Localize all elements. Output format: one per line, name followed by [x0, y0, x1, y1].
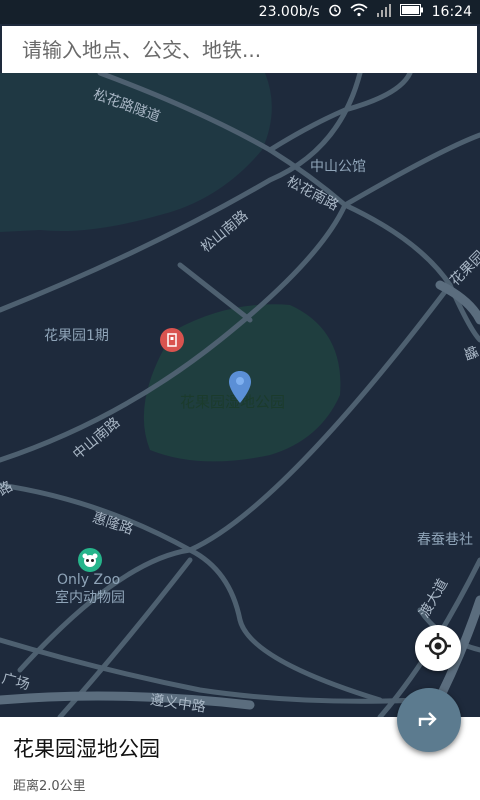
map-label-chuncan-lane: 春蚕巷社 [417, 532, 473, 548]
wifi-icon [350, 3, 368, 21]
locate-button[interactable] [415, 625, 461, 671]
map-view[interactable]: 松花路隧道 中山公馆 松花南路 松山南路 花果园 花果园1期 花果园湿地公园 中… [0, 73, 480, 717]
crosshair-icon [424, 632, 452, 664]
search-input[interactable] [20, 36, 477, 63]
route-button[interactable] [397, 688, 461, 752]
location-pin-icon[interactable] [228, 370, 252, 404]
panda-icon[interactable] [78, 548, 102, 572]
search-bar[interactable] [2, 26, 477, 73]
signal-icon [376, 3, 392, 21]
place-distance: 距离2.0公里 [13, 779, 86, 794]
clock-time: 16:24 [431, 4, 472, 20]
map-label-only-zoo: Only Zoo [57, 572, 121, 588]
alarm-icon [328, 3, 342, 21]
network-speed: 23.00b/s [258, 4, 320, 20]
map-label-indoor-zoo: 室内动物园 [55, 590, 125, 606]
route-arrow-icon [415, 704, 443, 736]
map-label-huaguo-phase1: 花果园1期 [44, 328, 109, 344]
hospital-icon[interactable] [160, 328, 184, 352]
battery-icon [399, 4, 424, 20]
map-label-zhongshan-hall: 中山公馆 [310, 159, 366, 175]
status-bar: 23.00b/s 16:24 [0, 0, 480, 24]
